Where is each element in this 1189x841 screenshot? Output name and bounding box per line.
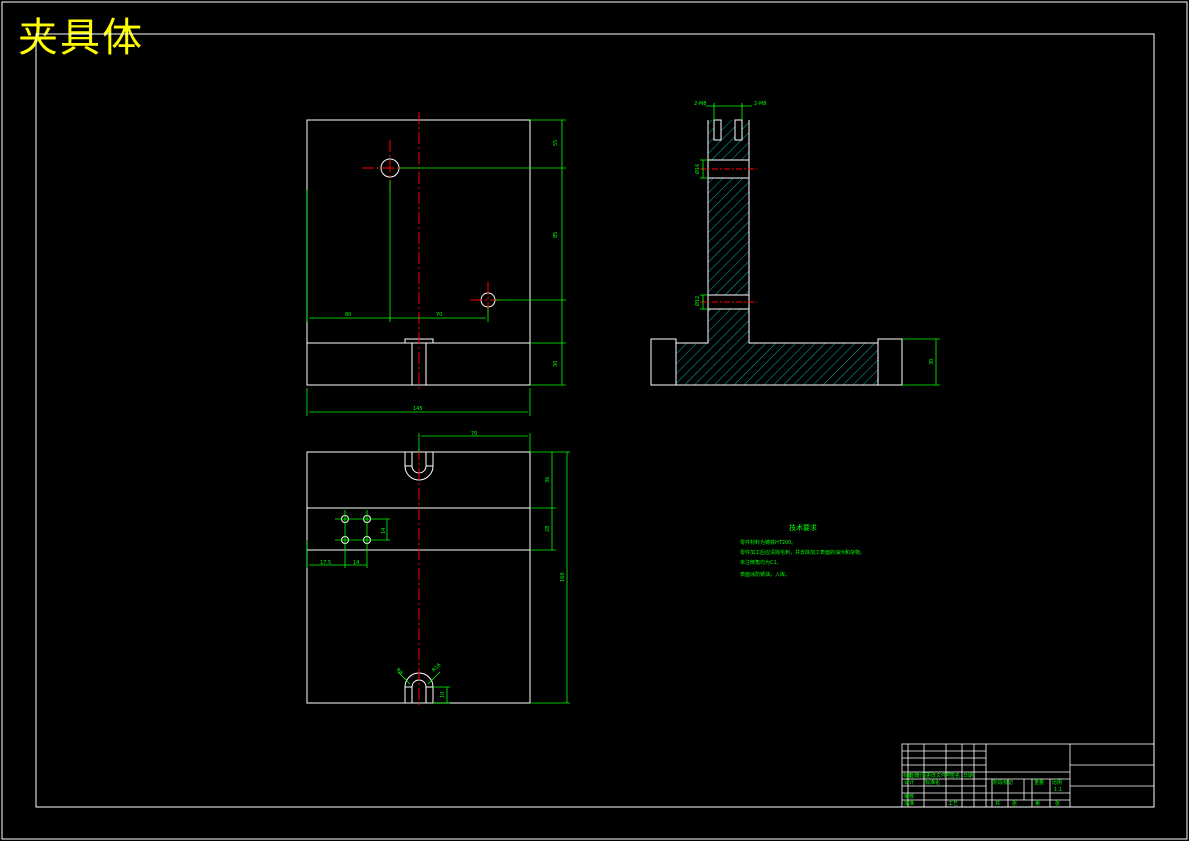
dim-front-base-right: 30 — [553, 361, 559, 367]
tb-label-5: 签名 — [950, 772, 960, 779]
front-dimension-lines — [306, 119, 566, 416]
dim-plan-bottom-left: R8 — [395, 667, 404, 676]
dim-front-mid-right: 85 — [553, 232, 559, 238]
tb-row3-5: 张 — [1012, 800, 1017, 807]
dim-plan-right-1: 36 — [545, 477, 551, 483]
dim-side-hole1: Ø16 — [694, 164, 701, 174]
dim-plan-left-a: 17.5 — [320, 560, 331, 566]
tb-row3-1: 审核 — [904, 793, 914, 800]
tech-line-2: 零件加工后应清除毛刺，并去除加工表面的油污和杂物。 — [740, 549, 865, 556]
dim-side-base-h: 30 — [929, 359, 935, 365]
dim-plan-bottom-small: 10 — [440, 692, 446, 698]
outer-border — [1, 1, 1188, 840]
tech-line-1: 零件材料为铸铁HT200。 — [740, 539, 796, 546]
tb-label-4: 更改文件号 — [926, 772, 951, 779]
dim-plan-top-width: 70 — [471, 431, 477, 437]
tb-row2-4: 重量 — [1034, 779, 1044, 786]
tech-line-3: 未注倒角均为C1。 — [740, 559, 782, 566]
tb-row3-7: 张 — [1055, 800, 1060, 807]
front-centerlines — [362, 112, 506, 392]
dim-front-left-h: 80 — [345, 312, 351, 318]
dim-front-total-width: 145 — [413, 406, 423, 412]
tb-row3-4: 共 — [995, 800, 1000, 807]
dim-plan-bottom-right: R16 — [431, 662, 442, 673]
tb-row3-3: 批准 — [904, 800, 914, 807]
tb-row3-2: 工艺 — [948, 801, 958, 807]
dim-plan-right-2: 28 — [545, 526, 551, 532]
plan-dimension-lines — [306, 433, 570, 704]
dim-plan-small-v: 14 — [381, 528, 387, 534]
dim-front-top-right: 55 — [553, 140, 559, 146]
tb-label-6: 日期 — [963, 773, 973, 779]
title-block-texts: 标记 处数 分区 更改文件号 签名 日期 设计 标准化 阶段标记 重量 比例 审… — [903, 772, 1062, 807]
tb-row2-5: 比例 — [1052, 779, 1062, 786]
side-view — [650, 119, 903, 386]
dim-side-top-left: 2-M8 — [694, 101, 706, 107]
dim-side-top-right: 2-M8 — [754, 101, 766, 107]
tb-scale: 1:1 — [1054, 787, 1062, 793]
tech-heading: 技术要求 — [789, 523, 817, 532]
plan-dimension-texts: 70 36 28 160 17.5 14 14 R8 R16 10 — [320, 431, 566, 698]
front-dimension-texts: 55 85 80 70 30 145 — [345, 140, 559, 412]
dim-plan-total-h: 160 — [560, 572, 566, 582]
tb-row2-2: 标准化 — [925, 779, 940, 786]
drawing-canvas: 55 85 80 70 30 145 2-M8 2-M8 Ø16 Ø12 30 … — [1, 1, 1188, 840]
dim-side-hole2: Ø12 — [694, 296, 701, 306]
inner-border — [35, 33, 1155, 808]
tb-row2-3: 阶段标记 — [993, 779, 1013, 786]
tb-row3-6: 第 — [1035, 800, 1040, 807]
tech-line-4: 表面涂防锈油，入库。 — [740, 571, 790, 578]
tb-row2-1: 设计 — [904, 779, 914, 786]
dim-front-right-h: 70 — [436, 312, 442, 318]
technical-requirements: 技术要求 零件材料为铸铁HT200。 零件加工后应清除毛刺，并去除加工表面的油污… — [740, 523, 865, 578]
dim-plan-left-b: 14 — [353, 560, 359, 566]
